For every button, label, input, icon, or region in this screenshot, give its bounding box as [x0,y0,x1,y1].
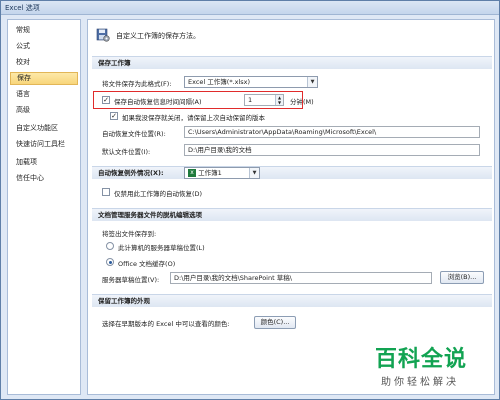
highlight-box [93,91,303,109]
sidebar-item-advanced[interactable]: 高级 [10,104,78,117]
office-cache-radio[interactable] [106,258,114,266]
title-bar: Excel 选项 [1,1,499,15]
excel-workbook-icon: x [188,169,196,177]
watermark-main: 百科全说 [375,347,468,372]
watermark-sub: 助你轻松解决 [381,377,459,388]
page-description: 自定义工作簿的保存方法。 [116,32,200,40]
sidebar-item-general[interactable]: 常规 [10,24,78,37]
server-drafts-radio[interactable] [106,242,114,250]
sidebar-item-proofing[interactable]: 校对 [10,56,78,69]
sidebar-item-trust-center[interactable]: 信任中心 [10,172,78,185]
drafts-location-label: 服务器草稿位置(V): [102,276,160,284]
colors-label: 选择在早期版本的 Excel 中可以查看的颜色: [102,320,230,328]
floppy-gear-icon [96,28,110,42]
disable-autorecover-checkbox[interactable] [102,188,110,196]
server-drafts-label: 此计算机的服务器草稿位置(L) [118,244,205,252]
sidebar-item-customize-ribbon[interactable]: 自定义功能区 [10,122,78,135]
workbook-select[interactable]: x 工作簿1 ▼ [184,167,260,179]
sidebar-item-formulas[interactable]: 公式 [10,40,78,53]
save-format-label: 将文件保存为此格式(F): [102,80,172,88]
excel-options-window: Excel 选项 常规 公式 校对 保存 语言 高级 自定义功能区 快速访问工具… [0,0,500,400]
save-to-label: 将签出文件保存到: [102,230,157,238]
disable-autorecover-label: 仅禁用此工作簿的自动恢复(D) [114,190,203,198]
keep-last-version-checkbox[interactable]: ✓ [110,112,118,120]
sidebar-item-quick-access-toolbar[interactable]: 快速访问工具栏 [10,138,78,151]
section-autorecover-exceptions: 自动恢复例外情况(X): [92,166,492,179]
autorecover-location-input[interactable]: C:\Users\Administrator\AppData\Roaming\M… [184,126,480,138]
sidebar-item-add-ins[interactable]: 加载项 [10,156,78,169]
chevron-down-icon: ▼ [249,168,259,178]
chevron-down-icon: ▼ [307,77,317,87]
save-format-value: Excel 工作簿(*.xlsx) [188,78,251,86]
colors-button[interactable]: 颜色(C)... [254,316,296,329]
section-offline-editing: 文档管理服务器文件的脱机编辑选项 [92,208,492,221]
workbook-value: 工作簿1 [198,169,222,177]
section-preserve-appearance: 保留工作簿的外观 [92,294,492,307]
browse-button[interactable]: 浏览(B)... [440,271,484,284]
default-location-label: 默认文件位置(I): [102,148,151,156]
keep-last-version-label: 如果我没保存就关闭，请保留上次自动保留的版本 [122,114,265,122]
window-title: Excel 选项 [5,4,40,12]
autorecover-exceptions-title: 自动恢复例外情况(X): [98,169,164,177]
watermark: 百科全说 助你轻松解决 [361,339,493,397]
default-location-input[interactable]: D:\用户目录\我的文档 [184,144,480,156]
autorecover-location-label: 自动恢复文件位置(R): [102,130,166,138]
section-save-workbooks: 保存工作簿 [92,56,492,69]
office-cache-label: Office 文档缓存(O) [118,260,176,268]
drafts-location-input[interactable]: D:\用户目录\我的文档\SharePoint 草稿\ [170,272,432,284]
save-format-select[interactable]: Excel 工作簿(*.xlsx) ▼ [184,76,318,88]
options-sidebar: 常规 公式 校对 保存 语言 高级 自定义功能区 快速访问工具栏 加载项 信任中… [7,19,81,395]
sidebar-item-language[interactable]: 语言 [10,88,78,101]
sidebar-item-save[interactable]: 保存 [10,72,78,85]
